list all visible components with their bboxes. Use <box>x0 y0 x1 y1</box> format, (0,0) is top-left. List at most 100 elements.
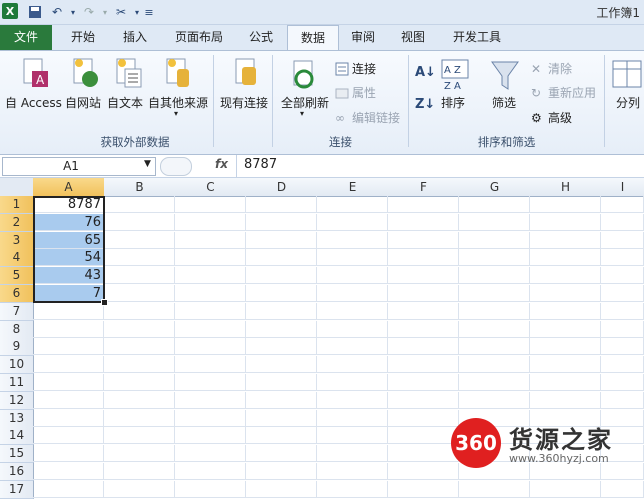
connections-button[interactable]: 连接 <box>335 60 376 77</box>
cell[interactable] <box>388 320 459 338</box>
reapply-button[interactable]: ↻ 重新应用 <box>531 84 596 101</box>
row-header[interactable]: 14 <box>0 427 34 446</box>
column-header-b[interactable]: B <box>104 178 176 197</box>
cell[interactable] <box>601 391 644 409</box>
cell[interactable] <box>601 249 644 267</box>
cell[interactable] <box>317 320 388 338</box>
cell[interactable] <box>33 320 104 338</box>
cell[interactable] <box>530 267 601 285</box>
cell[interactable] <box>317 196 388 213</box>
cell[interactable] <box>601 374 644 391</box>
cell[interactable] <box>601 196 644 213</box>
cell[interactable] <box>317 391 388 409</box>
cell[interactable] <box>175 285 246 302</box>
cell[interactable] <box>317 267 388 285</box>
cell[interactable] <box>601 302 644 320</box>
cell[interactable] <box>104 338 175 356</box>
row-header[interactable]: 5 <box>0 267 34 286</box>
column-header-d[interactable]: D <box>246 178 318 197</box>
cell[interactable] <box>246 427 317 445</box>
cell[interactable] <box>601 320 644 338</box>
cell[interactable] <box>317 427 388 445</box>
tab-view[interactable]: 视图 <box>390 25 436 50</box>
row-header[interactable]: 10 <box>0 356 34 375</box>
cell[interactable] <box>104 213 175 231</box>
cell[interactable] <box>530 231 601 249</box>
cell[interactable] <box>33 427 104 445</box>
cell[interactable] <box>104 356 175 374</box>
cell[interactable] <box>246 356 317 374</box>
cell[interactable] <box>317 249 388 267</box>
cell[interactable] <box>530 213 601 231</box>
cell[interactable] <box>530 391 601 409</box>
cell[interactable] <box>246 463 317 480</box>
cell[interactable] <box>246 285 317 302</box>
cell[interactable] <box>246 391 317 409</box>
column-header-g[interactable]: G <box>459 178 531 197</box>
cell[interactable] <box>175 463 246 480</box>
cell[interactable] <box>530 249 601 267</box>
cell[interactable] <box>530 480 601 498</box>
cell[interactable] <box>246 409 317 427</box>
save-icon[interactable] <box>26 3 44 21</box>
cell[interactable] <box>175 196 246 213</box>
cell[interactable] <box>530 320 601 338</box>
cell[interactable] <box>601 338 644 356</box>
row-header[interactable]: 9 <box>0 338 34 357</box>
column-header-f[interactable]: F <box>388 178 460 197</box>
cell[interactable] <box>246 249 317 267</box>
cell[interactable] <box>104 480 175 498</box>
cell[interactable] <box>317 445 388 463</box>
cell[interactable] <box>246 480 317 498</box>
cell[interactable] <box>530 285 601 302</box>
cell[interactable] <box>33 302 104 320</box>
row-header[interactable]: 8 <box>0 320 34 339</box>
cell[interactable] <box>459 196 530 213</box>
cell[interactable] <box>246 231 317 249</box>
cell[interactable] <box>317 285 388 302</box>
cell[interactable] <box>388 338 459 356</box>
cell[interactable] <box>104 320 175 338</box>
cell[interactable] <box>104 302 175 320</box>
cell[interactable] <box>246 320 317 338</box>
cell[interactable] <box>33 338 104 356</box>
cell[interactable] <box>104 445 175 463</box>
row-header[interactable]: 15 <box>0 445 34 464</box>
cell[interactable] <box>175 427 246 445</box>
cell[interactable] <box>246 445 317 463</box>
cell[interactable] <box>388 427 459 445</box>
cell[interactable] <box>317 302 388 320</box>
cell[interactable] <box>459 267 530 285</box>
cell[interactable] <box>601 231 644 249</box>
formula-input[interactable]: 8787 <box>244 157 277 172</box>
filter-button[interactable]: 筛选 <box>492 94 516 111</box>
cell[interactable] <box>104 463 175 480</box>
cell[interactable] <box>33 374 104 391</box>
cell[interactable] <box>33 391 104 409</box>
cell[interactable] <box>601 285 644 302</box>
cell[interactable] <box>317 480 388 498</box>
cell[interactable] <box>175 480 246 498</box>
cell[interactable] <box>317 338 388 356</box>
cell[interactable] <box>246 374 317 391</box>
cell[interactable] <box>104 374 175 391</box>
advanced-button[interactable]: ⚙ 高级 <box>531 109 572 126</box>
insert-function-icon[interactable]: fx <box>215 157 228 171</box>
cell[interactable] <box>530 338 601 356</box>
row-header[interactable]: 12 <box>0 391 34 410</box>
tab-review[interactable]: 审阅 <box>340 25 386 50</box>
from-web-button[interactable]: 自网站 <box>65 94 101 111</box>
cell[interactable] <box>459 374 530 391</box>
from-access-button[interactable]: 自 Access <box>5 94 62 111</box>
cell[interactable] <box>459 391 530 409</box>
tab-developer[interactable]: 开发工具 <box>444 25 510 50</box>
cell[interactable] <box>33 356 104 374</box>
cell[interactable] <box>104 409 175 427</box>
tab-data[interactable]: 数据 <box>287 25 339 52</box>
cell[interactable] <box>33 463 104 480</box>
cell[interactable] <box>388 196 459 213</box>
cell[interactable] <box>317 409 388 427</box>
cell[interactable] <box>104 249 175 267</box>
cell[interactable] <box>459 480 530 498</box>
cell[interactable] <box>175 320 246 338</box>
